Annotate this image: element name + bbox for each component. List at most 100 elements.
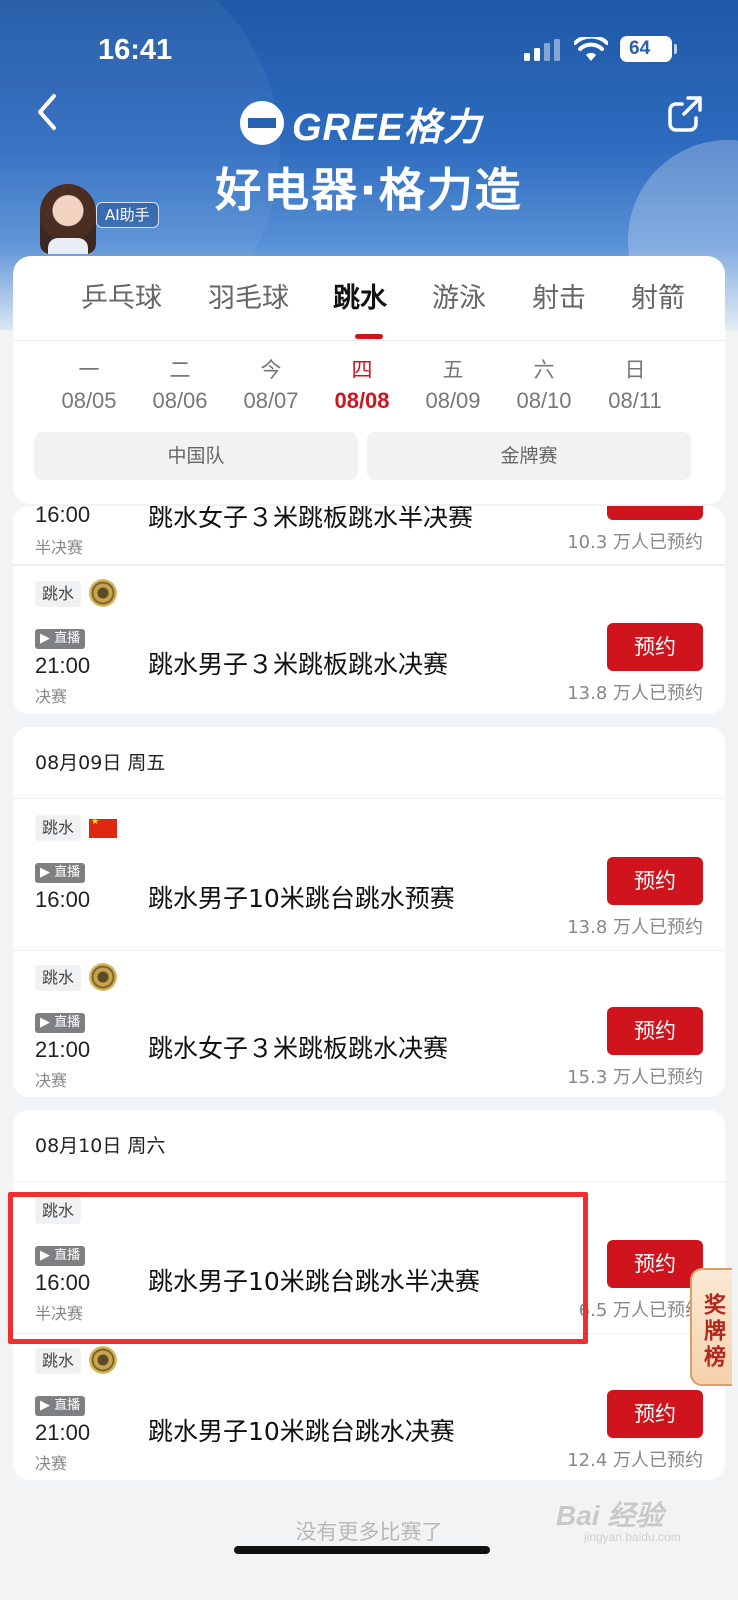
list-item[interactable]: 跳水 ▶ 直播 21:00 决赛 跳水女子３米跳板跳水决赛 预约 15.3 万人… (13, 949, 725, 1097)
signal-icon (524, 39, 560, 61)
book-count: 13.8 万人已预约 (567, 917, 703, 938)
ai-assistant-label[interactable]: AI助手 (96, 202, 159, 228)
date-value: 08/08 (334, 388, 390, 413)
event-time: 21:00 (35, 1420, 91, 1445)
brand-name: GREE格力 (292, 106, 482, 149)
event-time: 16:00 (35, 506, 91, 527)
event-time: 16:00 (35, 887, 91, 912)
date-item[interactable]: 一 08/05 (49, 354, 129, 414)
book-count: 10.3 万人已预约 (567, 532, 703, 553)
event-stage: 决赛 (35, 1071, 68, 1090)
sport-tag: 跳水 (35, 1348, 82, 1374)
ai-assistant-avatar[interactable] (40, 184, 96, 254)
event-stage: 半决赛 (35, 1304, 84, 1323)
sport-tag: 跳水 (35, 815, 82, 841)
status-time: 16:41 (98, 34, 173, 66)
watermark-url: jingyan.baidu.com (584, 1530, 681, 1544)
date-value: 08/09 (425, 388, 481, 413)
book-button[interactable]: 预约 (607, 1390, 703, 1438)
book-button[interactable]: 预约 (607, 1240, 703, 1288)
book-button[interactable]: 预约 (607, 1007, 703, 1055)
tab-pingpong[interactable]: 乒乓球 (81, 276, 162, 315)
book-button[interactable] (607, 506, 703, 520)
event-stage: 决赛 (35, 1454, 68, 1473)
date-value: 08/07 (243, 388, 299, 413)
filter-gold-medal-button[interactable]: 金牌赛 (367, 432, 691, 480)
date-item[interactable]: 日 08/11 (595, 354, 675, 414)
gold-medal-icon (89, 963, 117, 991)
date-item[interactable]: 二 08/06 (140, 354, 220, 414)
event-time: 21:00 (35, 1037, 91, 1062)
book-count: 15.3 万人已预约 (567, 1067, 703, 1088)
tab-badminton[interactable]: 羽毛球 (208, 276, 289, 315)
brand-logo: GREE格力 (240, 96, 510, 150)
battery-indicator: 64 (620, 36, 677, 62)
book-count: 12.4 万人已预约 (567, 1450, 703, 1471)
event-title[interactable]: 跳水男子３米跳板跳水决赛 (148, 645, 448, 681)
medal-board-button[interactable]: 奖牌榜 (690, 1268, 732, 1386)
list-item[interactable]: 跳水 ▶ 直播 21:00 决赛 跳水男子10米跳台跳水决赛 预约 12.4 万… (13, 1332, 725, 1480)
schedule-filter-card: 乒乓球 羽毛球 跳水 游泳 射击 射箭 一 08/05 二 08/06 今 08… (13, 256, 725, 504)
date-weekday: 六 (533, 358, 555, 382)
event-time: 16:00 (35, 1270, 91, 1295)
live-badge: ▶ 直播 (35, 863, 86, 883)
list-item[interactable]: 跳水 ▶ 直播 16:00 跳水男子10米跳台跳水预赛 预约 13.8 万人已预… (13, 799, 725, 951)
tab-swimming[interactable]: 游泳 (432, 276, 486, 315)
event-title[interactable]: 跳水男子10米跳台跳水半决赛 (148, 1262, 480, 1298)
day-header: 08月09日 周五 (13, 727, 725, 799)
book-count: 13.8 万人已预约 (567, 683, 703, 704)
sport-tag: 跳水 (35, 1198, 82, 1224)
back-icon[interactable] (34, 92, 58, 132)
tab-diving[interactable]: 跳水 (333, 276, 387, 315)
date-weekday: 四 (351, 358, 373, 382)
book-button[interactable]: 预约 (607, 857, 703, 905)
date-value: 08/10 (516, 388, 572, 413)
live-badge: ▶ 直播 (35, 1013, 86, 1033)
date-value: 08/05 (61, 388, 117, 413)
sport-tag: 跳水 (35, 581, 82, 607)
date-value: 08/11 (608, 388, 662, 413)
live-badge: ▶ 直播 (35, 1396, 86, 1416)
book-count: 6.5 万人已预约 (578, 1300, 703, 1321)
wifi-icon (574, 37, 608, 61)
schedule-day-card: 08月09日 周五 跳水 ▶ 直播 16:00 跳水男子10米跳台跳水预赛 预约… (13, 727, 725, 1097)
active-tab-indicator (355, 334, 383, 339)
date-weekday: 五 (442, 358, 464, 382)
date-weekday: 今 (260, 358, 282, 382)
china-flag-icon (89, 817, 117, 838)
event-stage: 决赛 (35, 687, 68, 706)
sport-tabs: 乒乓球 羽毛球 跳水 游泳 射击 射箭 (13, 276, 725, 332)
tab-shooting[interactable]: 射击 (532, 276, 586, 315)
home-indicator[interactable] (234, 1546, 490, 1554)
book-button[interactable]: 预约 (607, 623, 703, 671)
event-title[interactable]: 跳水女子３米跳板跳水决赛 (148, 1029, 448, 1065)
date-value: 08/06 (152, 388, 208, 413)
divider (13, 340, 725, 341)
schedule-day-card: 16:00 半决赛 跳水女子３米跳板跳水半决赛 10.3 万人已预约 跳水 ▶ … (13, 506, 725, 714)
sport-tag: 跳水 (35, 965, 82, 991)
date-item[interactable]: 五 08/09 (413, 354, 493, 414)
event-stage: 半决赛 (35, 538, 84, 557)
date-item[interactable]: 六 08/10 (504, 354, 584, 414)
event-title[interactable]: 跳水男子10米跳台跳水预赛 (148, 879, 455, 915)
event-title[interactable]: 跳水男子10米跳台跳水决赛 (148, 1412, 455, 1448)
filter-china-team-button[interactable]: 中国队 (34, 432, 358, 480)
date-weekday: 日 (624, 358, 646, 382)
date-weekday: 一 (78, 358, 100, 382)
date-weekday: 二 (169, 358, 191, 382)
gree-logo-icon (240, 101, 284, 145)
day-header: 08月10日 周六 (13, 1110, 725, 1182)
status-bar: 16:41 64 (0, 0, 738, 100)
date-item[interactable]: 今 08/07 (231, 354, 311, 414)
event-title[interactable]: 跳水女子３米跳板跳水半决赛 (148, 506, 473, 534)
live-badge: ▶ 直播 (35, 629, 86, 649)
date-item-selected[interactable]: 四 08/08 (322, 354, 402, 414)
gold-medal-icon (89, 579, 117, 607)
share-icon[interactable] (666, 94, 706, 134)
event-time: 21:00 (35, 653, 91, 678)
tab-archery[interactable]: 射箭 (631, 276, 685, 315)
watermark-logo: Bai 经验 (556, 1500, 664, 1531)
list-item[interactable]: 跳水 ▶ 直播 21:00 决赛 跳水男子３米跳板跳水决赛 预约 13.8 万人… (13, 565, 725, 714)
gold-medal-icon (89, 1346, 117, 1374)
list-item[interactable]: 跳水 ▶ 直播 16:00 半决赛 跳水男子10米跳台跳水半决赛 预约 6.5 … (13, 1182, 725, 1334)
